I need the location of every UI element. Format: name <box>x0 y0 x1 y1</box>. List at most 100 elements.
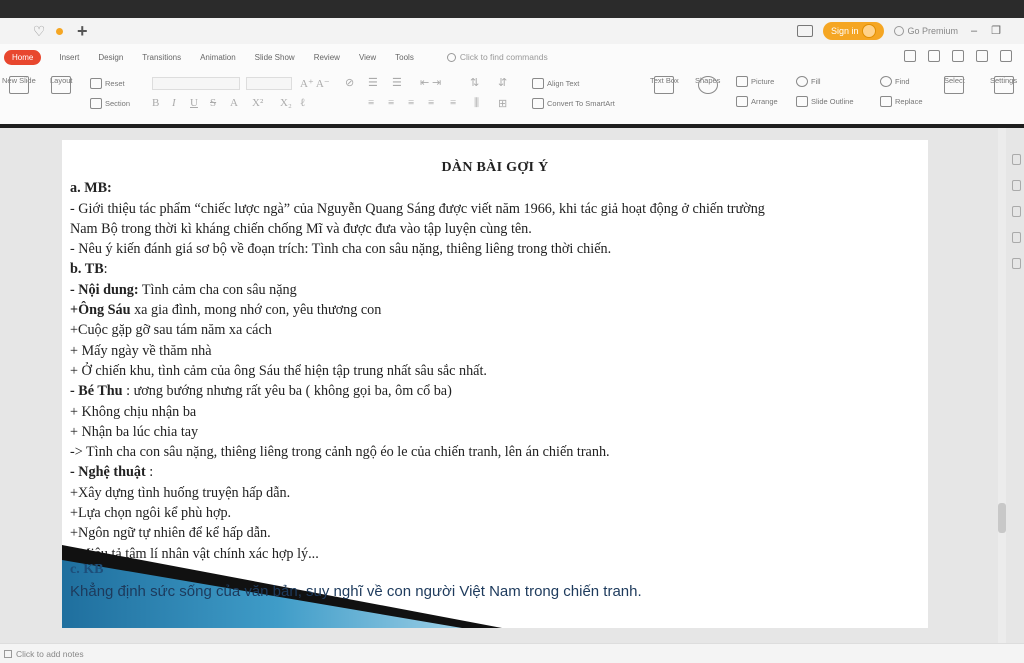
reset-icon <box>90 78 102 89</box>
slide-outline-button[interactable]: Slide Outline <box>796 96 854 107</box>
clear-format-icon[interactable]: ℓ <box>300 97 305 109</box>
smartart-icon <box>532 98 544 109</box>
new-tab-button[interactable]: + <box>77 21 88 42</box>
tab-animation[interactable]: Animation <box>200 53 236 62</box>
line-spacing-icon[interactable]: ⇅ <box>470 76 479 89</box>
italic-button[interactable]: I <box>172 97 176 109</box>
columns-icon[interactable]: ⫼ <box>474 97 479 110</box>
justify-icon[interactable]: ≡ <box>428 97 434 109</box>
shapes-icon <box>697 76 718 94</box>
premium-icon <box>894 26 905 36</box>
settings-button[interactable]: Settings <box>990 76 1017 94</box>
fill-icon <box>796 76 808 87</box>
layout-icon <box>51 76 72 94</box>
go-premium-button[interactable]: Go Premium <box>894 26 958 36</box>
tab-home[interactable]: Home <box>4 49 42 65</box>
fill-button[interactable]: Fill <box>796 76 821 87</box>
section-icon <box>90 98 102 109</box>
slide-decoration <box>62 545 502 628</box>
search-icon <box>446 52 456 62</box>
superscript-button[interactable]: X² <box>252 97 263 109</box>
premium-label: Go Premium <box>907 26 958 36</box>
bullet-list-icon[interactable]: ☰ <box>368 76 378 89</box>
cloud-icon[interactable] <box>928 50 940 62</box>
font-size-select[interactable] <box>246 77 292 90</box>
replace-icon <box>880 96 892 107</box>
tab-slide-show[interactable]: Slide Show <box>255 53 295 62</box>
properties-icon[interactable] <box>1012 154 1021 165</box>
section-button[interactable]: Section <box>90 98 130 109</box>
tab-review[interactable]: Review <box>314 53 340 62</box>
tab-view[interactable]: View <box>359 53 376 62</box>
minimize-icon[interactable]: – <box>968 26 980 37</box>
sign-in-button[interactable]: Sign in <box>822 22 885 40</box>
restore-icon[interactable]: ❐ <box>990 26 1002 37</box>
find-commands-search[interactable]: Click to find commands <box>446 52 548 62</box>
new-slide-button[interactable]: New Slide <box>2 76 36 94</box>
subscript-button[interactable]: X₂ <box>280 97 292 109</box>
indent-icon[interactable]: ⇤ ⇥ <box>420 76 441 89</box>
distribute-icon[interactable]: ≡ <box>450 97 456 109</box>
font-family-select[interactable] <box>152 77 240 90</box>
share-icon[interactable] <box>904 50 916 62</box>
picture-button[interactable]: Picture <box>736 76 774 87</box>
underline-button[interactable]: U <box>190 97 198 109</box>
more-icon[interactable] <box>1000 50 1012 62</box>
tab-insert[interactable]: Insert <box>59 53 79 62</box>
align-center-icon[interactable]: ≡ <box>388 97 394 109</box>
align-left-icon[interactable]: ≡ <box>368 97 374 109</box>
numbered-list-icon[interactable]: ☰ <box>392 76 402 89</box>
align-text-button[interactable]: Align Text <box>532 78 579 89</box>
conclusion-text: Khẳng định sức sống của văn bản, suy ngh… <box>70 583 642 600</box>
section-label: Section <box>105 99 131 108</box>
history-icon[interactable] <box>952 50 964 62</box>
tab-tools[interactable]: Tools <box>395 53 414 62</box>
text-box-button[interactable]: Text Box <box>650 76 679 94</box>
align-right-icon[interactable]: ≡ <box>408 97 414 109</box>
reset-button[interactable]: Reset <box>90 78 125 89</box>
add-notes-field[interactable]: Click to add notes <box>16 649 84 659</box>
menu-bar: Home Insert Design Transitions Animation… <box>0 44 1024 70</box>
window-layout-icon[interactable] <box>796 25 813 37</box>
title-bar: ♡ + Sign in Go Premium – ❐ <box>0 18 1024 44</box>
bold-button[interactable]: B <box>152 97 159 109</box>
tab-transitions[interactable]: Transitions <box>142 53 181 62</box>
animation-icon[interactable] <box>1012 232 1021 243</box>
shapes-button[interactable]: Shapes <box>695 76 720 94</box>
style-icon[interactable] <box>1012 206 1021 217</box>
strikethrough-button[interactable]: S <box>210 97 216 109</box>
help-icon[interactable] <box>1012 258 1021 269</box>
find-button[interactable]: Find <box>880 76 910 87</box>
comment-icon[interactable] <box>976 50 988 62</box>
convert-smartart-label: Convert To SmartArt <box>547 99 615 108</box>
tab-design[interactable]: Design <box>98 53 123 62</box>
replace-label: Replace <box>895 97 923 106</box>
new-slide-icon <box>8 76 29 94</box>
text-direction-icon[interactable]: ⇵ <box>498 76 507 89</box>
layout-button[interactable]: Layout <box>50 76 73 94</box>
convert-smartart-button[interactable]: Convert To SmartArt <box>532 98 615 109</box>
avatar <box>862 24 877 38</box>
picture-icon <box>736 76 748 87</box>
text-effects-icon[interactable]: ⊘ <box>345 76 354 89</box>
find-commands-placeholder: Click to find commands <box>459 52 548 62</box>
select-button[interactable]: Select <box>944 76 965 94</box>
notes-icon <box>4 649 12 658</box>
text-box-align-icon[interactable]: ⊞ <box>498 97 507 110</box>
slide-canvas[interactable]: DÀN BÀI GỢI Ý a. MB: - Giới thiệu tác phẩ… <box>62 140 928 628</box>
replace-button[interactable]: Replace <box>880 96 923 107</box>
slide-outline-label: Slide Outline <box>811 97 854 106</box>
align-text-icon <box>532 78 544 89</box>
arrange-button[interactable]: Arrange <box>736 96 778 107</box>
sign-in-label: Sign in <box>830 26 859 36</box>
top-strip <box>0 0 1024 18</box>
home-icon[interactable]: ♡ <box>28 20 50 42</box>
reset-label: Reset <box>105 79 125 88</box>
unsaved-dot-icon <box>56 27 63 35</box>
section-c-heading: c. KB <box>70 562 104 577</box>
grow-font-icon[interactable]: A⁺ A⁻ <box>300 77 330 90</box>
vertical-scrollbar[interactable] <box>998 128 1006 643</box>
edit-icon[interactable] <box>1012 180 1021 191</box>
font-color-button[interactable]: A <box>230 97 238 109</box>
scrollbar-thumb[interactable] <box>998 503 1006 533</box>
